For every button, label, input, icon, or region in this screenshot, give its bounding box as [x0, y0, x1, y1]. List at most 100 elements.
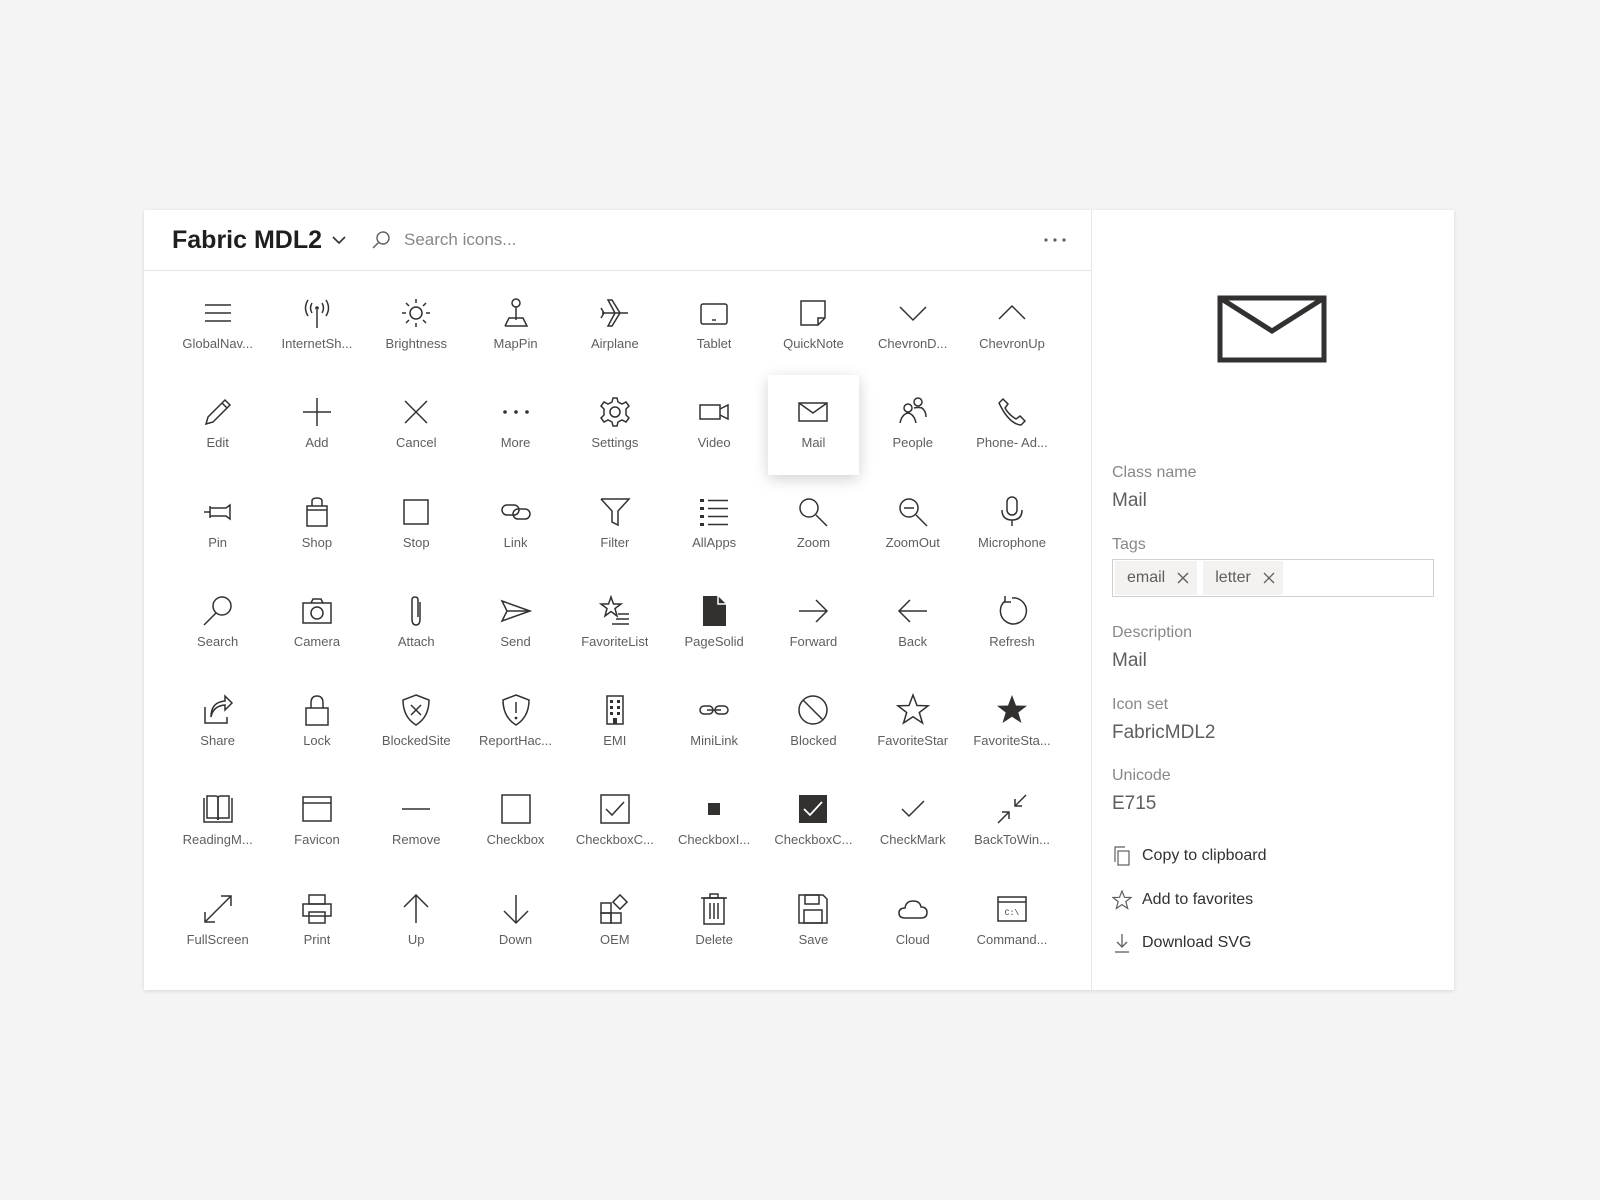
icon-tile[interactable]: Add	[267, 381, 366, 480]
icon-tile[interactable]: Up	[367, 878, 466, 977]
icon-tile[interactable]: Forward	[764, 580, 863, 679]
report-hacked-icon	[501, 694, 530, 727]
icon-tile-label: Cancel	[396, 435, 437, 451]
icon-tile[interactable]: Favicon	[267, 778, 366, 877]
icon-tile-label: ReadingM...	[182, 832, 253, 848]
tags-input[interactable]: email letter	[1112, 559, 1434, 597]
close-icon[interactable]	[1263, 572, 1275, 584]
icon-tile[interactable]: FavoriteSta...	[962, 679, 1061, 778]
icon-tile[interactable]: Settings	[565, 381, 664, 480]
icon-tile[interactable]: Shop	[267, 481, 366, 580]
full-screen-icon	[203, 895, 232, 923]
icon-tile-label: FavoriteSta...	[973, 733, 1051, 749]
add-to-favorites-button[interactable]: Add to favorites	[1112, 890, 1253, 910]
icon-tile-label: Share	[200, 733, 235, 749]
icon-tile[interactable]: Phone- Ad...	[962, 381, 1061, 480]
icon-browser-card: Fabric MDL2 GlobalNav...Int	[144, 210, 1454, 990]
icon-tile[interactable]: CheckMark	[863, 778, 962, 877]
icon-tile[interactable]: QuickNote	[764, 282, 863, 381]
star-icon	[1112, 890, 1132, 910]
icon-tile[interactable]: MapPin	[466, 282, 565, 381]
icon-tile-label: Command...	[976, 931, 1048, 947]
icon-tile[interactable]: ZoomOut	[863, 481, 962, 580]
icon-tile[interactable]: Refresh	[962, 580, 1061, 679]
icon-tile[interactable]: FavoriteList	[565, 580, 664, 679]
icon-tile[interactable]: ReportHac...	[466, 679, 565, 778]
icon-tile[interactable]: Tablet	[664, 282, 763, 381]
icon-tile-label: Edit	[206, 435, 229, 451]
icon-tile[interactable]: C:\ Command...	[962, 878, 1061, 977]
icon-tile[interactable]: MiniLink	[664, 679, 763, 778]
close-icon[interactable]	[1177, 572, 1189, 584]
icon-tile[interactable]: GlobalNav...	[168, 282, 267, 381]
icon-tile[interactable]: More	[466, 381, 565, 480]
mail-icon	[798, 402, 829, 423]
icon-tile[interactable]: People	[863, 381, 962, 480]
camera-icon	[302, 598, 332, 624]
icon-tile[interactable]: FullScreen	[168, 878, 267, 977]
icon-tile[interactable]: Checkbox	[466, 778, 565, 877]
page-solid-icon	[703, 595, 727, 626]
blocked-site-icon	[402, 694, 430, 727]
icon-tile[interactable]: Filter	[565, 481, 664, 580]
icon-set-dropdown[interactable]: Fabric MDL2	[172, 220, 348, 260]
icon-tile[interactable]: Back	[863, 580, 962, 679]
icon-tile[interactable]: Down	[466, 878, 565, 977]
favorite-list-icon	[598, 594, 629, 625]
icon-tile[interactable]: Video	[664, 381, 763, 480]
icon-tile[interactable]: Stop	[367, 481, 466, 580]
icon-tile[interactable]: Camera	[267, 580, 366, 679]
icon-tile[interactable]: CheckboxC...	[565, 778, 664, 877]
search-icon	[372, 231, 390, 249]
icon-tile[interactable]: Pin	[168, 481, 267, 580]
filter-icon	[600, 497, 631, 526]
icon-tile[interactable]: Link	[466, 481, 565, 580]
icon-tile[interactable]: Brightness	[367, 282, 466, 381]
icon-tile[interactable]: Send	[466, 580, 565, 679]
icon-tile[interactable]: ReadingM...	[168, 778, 267, 877]
icon-tile[interactable]: PageSolid	[664, 580, 763, 679]
icon-tile[interactable]: Edit	[168, 381, 267, 480]
edit-icon	[204, 399, 231, 426]
icon-tile[interactable]: InternetSh...	[267, 282, 366, 381]
search-input[interactable]	[402, 229, 826, 251]
icon-tile-label: Video	[697, 435, 731, 451]
icon-tile[interactable]: Save	[764, 878, 863, 977]
blocked-icon	[798, 695, 829, 725]
icon-tile[interactable]: FavoriteStar	[863, 679, 962, 778]
more-options-button[interactable]	[1040, 228, 1070, 252]
icon-tile[interactable]: Microphone	[962, 481, 1061, 580]
icon-tile-label: MiniLink	[690, 733, 738, 749]
cancel-icon	[404, 400, 428, 424]
icon-tile[interactable]: Print	[267, 878, 366, 977]
icon-tile[interactable]: Remove	[367, 778, 466, 877]
icon-tile[interactable]: ChevronUp	[962, 282, 1061, 381]
icon-tile[interactable]: BlockedSite	[367, 679, 466, 778]
icon-tile[interactable]: Share	[168, 679, 267, 778]
icon-tile[interactable]: BackToWin...	[962, 778, 1061, 877]
icon-tile[interactable]: Cancel	[367, 381, 466, 480]
icon-tile[interactable]: Search	[168, 580, 267, 679]
icon-tile[interactable]: AllApps	[664, 481, 763, 580]
icon-tile[interactable]: EMI	[565, 679, 664, 778]
print-icon	[302, 894, 332, 924]
icon-tile[interactable]: Mail	[767, 375, 860, 475]
mini-link-icon	[699, 705, 729, 715]
back-to-window-icon	[997, 794, 1027, 825]
icon-tile[interactable]: CheckboxC...	[764, 778, 863, 877]
icon-tile[interactable]: Delete	[664, 878, 763, 977]
airplane-icon	[600, 299, 628, 327]
icon-set-value: FabricMDL2	[1112, 722, 1216, 743]
icon-tile-label: Camera	[293, 633, 341, 649]
icon-tile[interactable]: CheckboxI...	[664, 778, 763, 877]
icon-tile[interactable]: Attach	[367, 580, 466, 679]
icon-tile[interactable]: Blocked	[764, 679, 863, 778]
icon-tile[interactable]: OEM	[565, 878, 664, 977]
icon-tile[interactable]: Cloud	[863, 878, 962, 977]
icon-tile[interactable]: Lock	[267, 679, 366, 778]
icon-tile[interactable]: Zoom	[764, 481, 863, 580]
download-svg-button[interactable]: Download SVG	[1112, 933, 1251, 953]
copy-to-clipboard-button[interactable]: Copy to clipboard	[1112, 846, 1267, 866]
icon-tile[interactable]: Airplane	[565, 282, 664, 381]
icon-tile[interactable]: ChevronD...	[863, 282, 962, 381]
